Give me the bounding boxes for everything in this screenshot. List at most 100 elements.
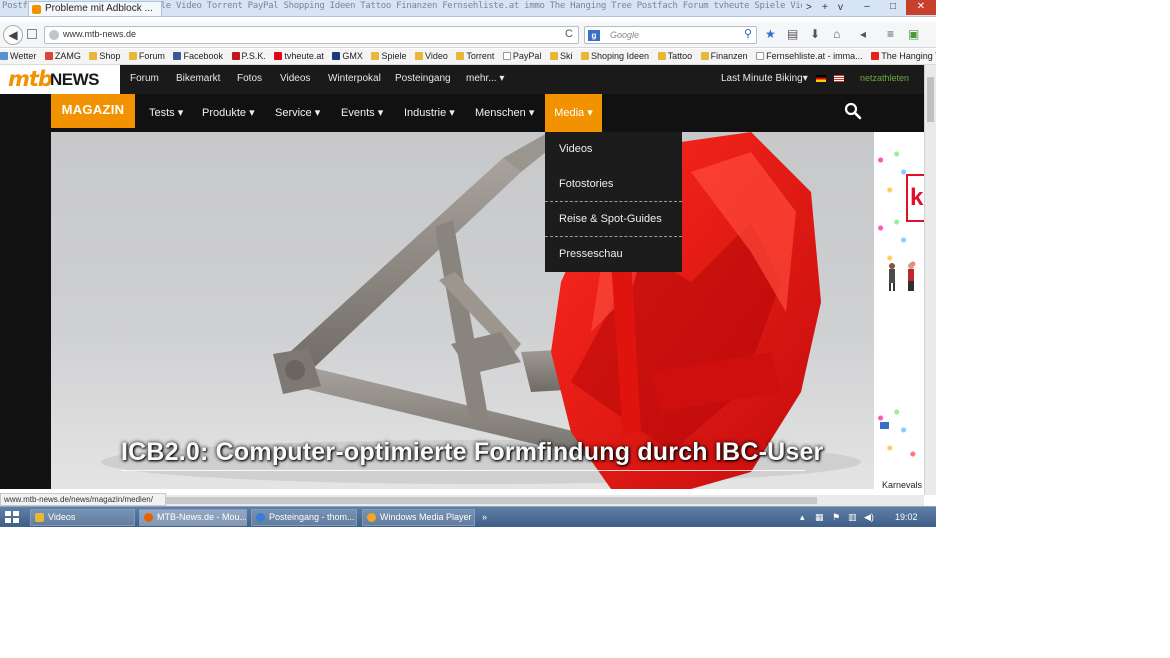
- bookmark-item[interactable]: The Hanging Tree - Th...: [871, 49, 936, 64]
- bookmark-item[interactable]: Shop: [89, 49, 120, 64]
- bookmark-item[interactable]: GMX: [332, 49, 363, 64]
- bookmark-favicon-icon: [0, 52, 8, 60]
- bookmark-item[interactable]: Shoping Ideen: [580, 49, 649, 64]
- tray-flag-icon[interactable]: ⚑: [832, 512, 840, 523]
- last-minute-biking-menu[interactable]: Last Minute Biking▾: [721, 73, 808, 84]
- minimize-button[interactable]: –: [854, 0, 880, 15]
- magnav-service[interactable]: Service ▾: [275, 94, 320, 132]
- caret-down-icon: ▾: [802, 73, 808, 84]
- site-top-nav: mtb NEWS Forum Bikemarkt Fotos Videos Wi…: [0, 65, 924, 94]
- media-player-icon: [367, 513, 376, 522]
- bookmark-item[interactable]: Fernsehliste.at - imma...: [756, 49, 863, 64]
- magnav-industrie[interactable]: Industrie ▾: [404, 94, 455, 132]
- dropdown-item-fotostories[interactable]: Fotostories: [545, 167, 682, 202]
- ad-caption[interactable]: Karnevals: [882, 480, 922, 490]
- mtb-news-logo[interactable]: mtb NEWS: [0, 65, 120, 94]
- bookmark-item[interactable]: Facebook: [173, 49, 223, 64]
- close-window-button[interactable]: ✕: [906, 0, 936, 15]
- hamburger-menu-icon[interactable]: ≡: [887, 27, 894, 41]
- search-go-icon[interactable]: ⚲: [744, 27, 752, 40]
- bookmark-item[interactable]: Forum: [128, 49, 165, 64]
- horizontal-scrollbar[interactable]: [160, 495, 924, 506]
- magazin-nav: MAGAZIN Tests ▾ Produkte ▾ Service ▾ Eve…: [0, 94, 924, 132]
- vertical-scrollbar[interactable]: [924, 65, 936, 495]
- vertical-scrollbar-thumb[interactable]: [927, 77, 934, 122]
- taskbar-item-videos[interactable]: Videos: [30, 509, 135, 526]
- bookmark-item[interactable]: ZAMG: [44, 49, 81, 64]
- search-engine-icon[interactable]: g: [588, 30, 600, 41]
- url-bar[interactable]: www.mtb-news.de C: [44, 26, 579, 44]
- site-identity-icon[interactable]: [27, 29, 37, 39]
- search-bar[interactable]: g Google ⚲: [584, 26, 757, 44]
- bookmarks-menu-icon[interactable]: ▤: [787, 27, 798, 41]
- magnav-produkte[interactable]: Produkte ▾: [202, 94, 255, 132]
- taskbar-overflow-icon[interactable]: »: [482, 512, 487, 522]
- youtube-icon: [871, 52, 880, 60]
- windows-start-icon[interactable]: [4, 510, 20, 524]
- tray-network-icon[interactable]: ▥: [848, 512, 857, 523]
- firefox-icon: [144, 513, 153, 522]
- taskbar-item-posteingang[interactable]: Posteingang - thom...: [251, 509, 357, 526]
- home-icon[interactable]: ⌂: [833, 27, 840, 41]
- bookmark-item[interactable]: PayPal: [502, 49, 541, 64]
- sidebar-advertisement[interactable]: k: [874, 146, 924, 489]
- tab-scroll-right-button[interactable]: >: [806, 1, 812, 15]
- back-arrow-icon: ◀: [8, 28, 18, 42]
- new-tab-button[interactable]: +: [822, 1, 828, 15]
- taskbar-clock[interactable]: 19:02: [895, 512, 918, 522]
- bookmark-item[interactable]: Finanzen: [700, 49, 748, 64]
- windows-taskbar: Videos MTB-News.de - Mou... Posteingang …: [0, 506, 936, 527]
- maximize-button[interactable]: □: [880, 0, 906, 15]
- hero-headline[interactable]: ICB2.0: Computer-optimierte Formfindung …: [121, 438, 824, 467]
- caret-down-icon: ▾: [249, 107, 255, 119]
- bookmark-item[interactable]: Wetter: [0, 49, 36, 64]
- us-flag-icon[interactable]: [834, 75, 844, 82]
- tray-keyboard-icon[interactable]: ▦: [815, 512, 824, 523]
- topnav-videos[interactable]: Videos: [280, 73, 310, 84]
- german-flag-icon[interactable]: [816, 75, 826, 82]
- bookmark-item[interactable]: P.S.K.: [231, 49, 266, 64]
- topnav-bikemarkt[interactable]: Bikemarkt: [176, 73, 220, 84]
- bookmark-item[interactable]: Torrent: [456, 49, 494, 64]
- horizontal-scrollbar-thumb[interactable]: [162, 497, 817, 504]
- back-button[interactable]: ◀: [3, 25, 23, 45]
- browser-nav-bar: ◀ www.mtb-news.de C g Google ⚲ ★ ▤ ⬇ ⌂ ◂…: [0, 22, 936, 48]
- tray-expand-icon[interactable]: ▴: [800, 512, 805, 523]
- tray-volume-icon[interactable]: ◀): [864, 512, 874, 523]
- bookmark-item[interactable]: Tattoo: [657, 49, 692, 64]
- topnav-winterpokal[interactable]: Winterpokal: [328, 73, 381, 84]
- addon-icon[interactable]: ▣: [908, 27, 919, 41]
- downloads-icon[interactable]: ⬇: [810, 27, 820, 41]
- topnav-forum[interactable]: Forum: [130, 73, 159, 84]
- ad-badge-icon: [880, 422, 889, 429]
- pocket-icon[interactable]: ◂: [860, 27, 866, 41]
- magnav-tests[interactable]: Tests ▾: [149, 94, 183, 132]
- bookmark-item[interactable]: Video: [415, 49, 448, 64]
- reload-icon[interactable]: C: [565, 28, 573, 40]
- bookmark-item[interactable]: Spiele: [371, 49, 406, 64]
- bookmark-favicon-icon: [756, 52, 765, 60]
- search-icon[interactable]: [844, 102, 862, 120]
- bookmark-item[interactable]: Ski: [549, 49, 572, 64]
- topnav-mehr[interactable]: mehr... ▾: [466, 73, 504, 84]
- active-tab[interactable]: Probleme mit Adblock ...: [28, 1, 162, 16]
- magnav-events[interactable]: Events ▾: [341, 94, 383, 132]
- magazin-home-button[interactable]: MAGAZIN: [51, 94, 135, 128]
- tab-list-button[interactable]: v: [838, 1, 843, 15]
- caret-down-icon: ▾: [177, 107, 184, 119]
- magnav-media[interactable]: Media ▾: [545, 94, 602, 132]
- taskbar-item-media-player[interactable]: Windows Media Player: [362, 509, 475, 526]
- globe-icon: [49, 30, 59, 40]
- bookmark-item[interactable]: tvheute.at: [274, 49, 324, 64]
- taskbar-item-firefox[interactable]: MTB-News.de - Mou...: [139, 509, 247, 526]
- netzathleten-link[interactable]: netzathleten: [860, 73, 909, 83]
- topnav-fotos[interactable]: Fotos: [237, 73, 262, 84]
- dropdown-item-reise-spot-guides[interactable]: Reise & Spot-Guides: [545, 202, 682, 237]
- topnav-posteingang[interactable]: Posteingang: [395, 73, 451, 84]
- bookmark-star-icon[interactable]: ★: [765, 27, 776, 41]
- dropdown-item-presseschau[interactable]: Presseschau: [545, 237, 682, 272]
- dropdown-item-videos[interactable]: Videos: [545, 132, 682, 167]
- folder-icon: [549, 52, 558, 60]
- magnav-menschen[interactable]: Menschen ▾: [475, 94, 534, 132]
- hero-image-teaser[interactable]: ICB2.0: Computer-optimierte Formfindung …: [51, 132, 874, 489]
